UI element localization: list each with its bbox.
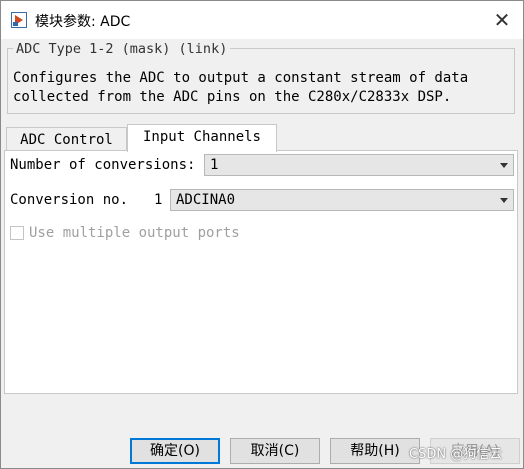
- csdn-watermark: CSDN @狗信云: [409, 447, 503, 462]
- close-icon[interactable]: ✕: [489, 7, 515, 33]
- window-title: 模块参数: ADC: [35, 14, 131, 30]
- description-line-2: collected from the ADC pins on the C280x…: [13, 89, 452, 105]
- tab-input-channels[interactable]: Input Channels: [127, 124, 277, 152]
- cancel-button[interactable]: 取消(C): [230, 438, 320, 464]
- num-conversions-select[interactable]: 1: [204, 154, 514, 176]
- tab-adc-control[interactable]: ADC Control: [6, 127, 127, 151]
- conversion-channel-select[interactable]: ADCINA0: [170, 189, 514, 211]
- dialog-window: 模块参数: ADC ✕ ADC Type 1-2 (mask) (link) C…: [0, 0, 524, 469]
- multiple-output-ports-label: Use multiple output ports: [29, 225, 240, 241]
- title-bar[interactable]: 模块参数: ADC ✕: [1, 1, 523, 39]
- input-channels-panel: [4, 150, 518, 394]
- conversion-channel-value: ADCINA0: [176, 192, 236, 208]
- multiple-output-ports-checkbox[interactable]: [10, 226, 24, 240]
- num-conversions-label: Number of conversions:: [10, 157, 196, 173]
- chevron-down-icon: [500, 163, 508, 168]
- description-line-1: Configures the ADC to output a constant …: [13, 70, 469, 86]
- ok-button[interactable]: 确定(O): [130, 438, 220, 464]
- conversion-no-index: 1: [154, 192, 163, 208]
- chevron-down-icon: [500, 198, 508, 203]
- simulink-block-icon: [11, 12, 27, 28]
- num-conversions-value: 1: [210, 157, 219, 173]
- conversion-no-label: Conversion no.: [10, 192, 129, 208]
- help-button[interactable]: 帮助(H): [330, 438, 420, 464]
- block-description: Configures the ADC to output a constant …: [13, 69, 513, 107]
- group-legend: ADC Type 1-2 (mask) (link): [13, 41, 231, 57]
